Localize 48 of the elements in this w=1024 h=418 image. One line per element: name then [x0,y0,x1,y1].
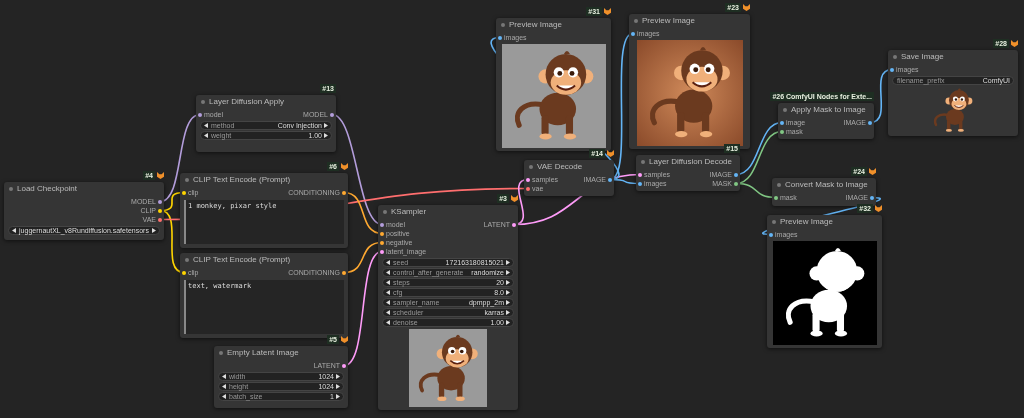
monkey-drawing [932,88,974,133]
output-socket[interactable] [158,217,162,222]
node-title: Apply Mask to Image [791,105,866,114]
input-socket[interactable] [198,112,202,117]
node-title: Convert Mask to Image [785,180,868,189]
input-socket[interactable] [182,270,186,275]
node-title: VAE Decode [537,162,583,171]
input-socket[interactable] [526,186,530,191]
output-socket[interactable] [734,181,738,186]
input-socket[interactable] [769,232,773,237]
output-socket[interactable] [868,120,872,125]
node-title: Preview Image [642,16,695,25]
node-title: Load Checkpoint [17,184,78,193]
left-arrow-icon[interactable] [12,228,16,233]
node-title: CLIP Text Encode (Prompt) [193,175,291,184]
input-socket[interactable] [182,190,186,195]
output-socket[interactable] [330,112,334,117]
node-title: Save Image [901,52,944,61]
node-title: Layer Diffusion Apply [209,97,284,106]
input-socket[interactable] [380,249,384,254]
output-socket[interactable] [158,199,162,204]
output-socket[interactable] [608,177,612,182]
input-socket[interactable] [774,195,778,200]
output-socket[interactable] [870,195,874,200]
output-socket[interactable] [734,172,738,177]
output-socket[interactable] [342,190,346,195]
input-socket[interactable] [780,129,784,134]
input-socket[interactable] [380,240,384,245]
node-title: Preview Image [509,20,562,29]
output-socket[interactable] [512,222,516,227]
input-socket[interactable] [526,177,530,182]
node-title: Preview Image [780,217,833,226]
input-socket[interactable] [498,35,502,40]
input-socket[interactable] [380,231,384,236]
input-socket[interactable] [638,172,642,177]
output-socket[interactable] [342,363,346,368]
input-socket[interactable] [631,31,635,36]
node-title: CLIP Text Encode (Prompt) [193,255,291,264]
input-socket[interactable] [638,181,642,186]
output-socket[interactable] [342,270,346,275]
node-title: KSampler [391,207,427,216]
input-socket[interactable] [780,120,784,125]
node-title: Layer Diffusion Decode [649,157,732,166]
output-socket[interactable] [158,208,162,213]
input-socket[interactable] [890,67,894,72]
right-arrow-icon[interactable] [152,228,156,233]
node-title: Empty Latent Image [227,348,299,357]
input-socket[interactable] [380,222,384,227]
